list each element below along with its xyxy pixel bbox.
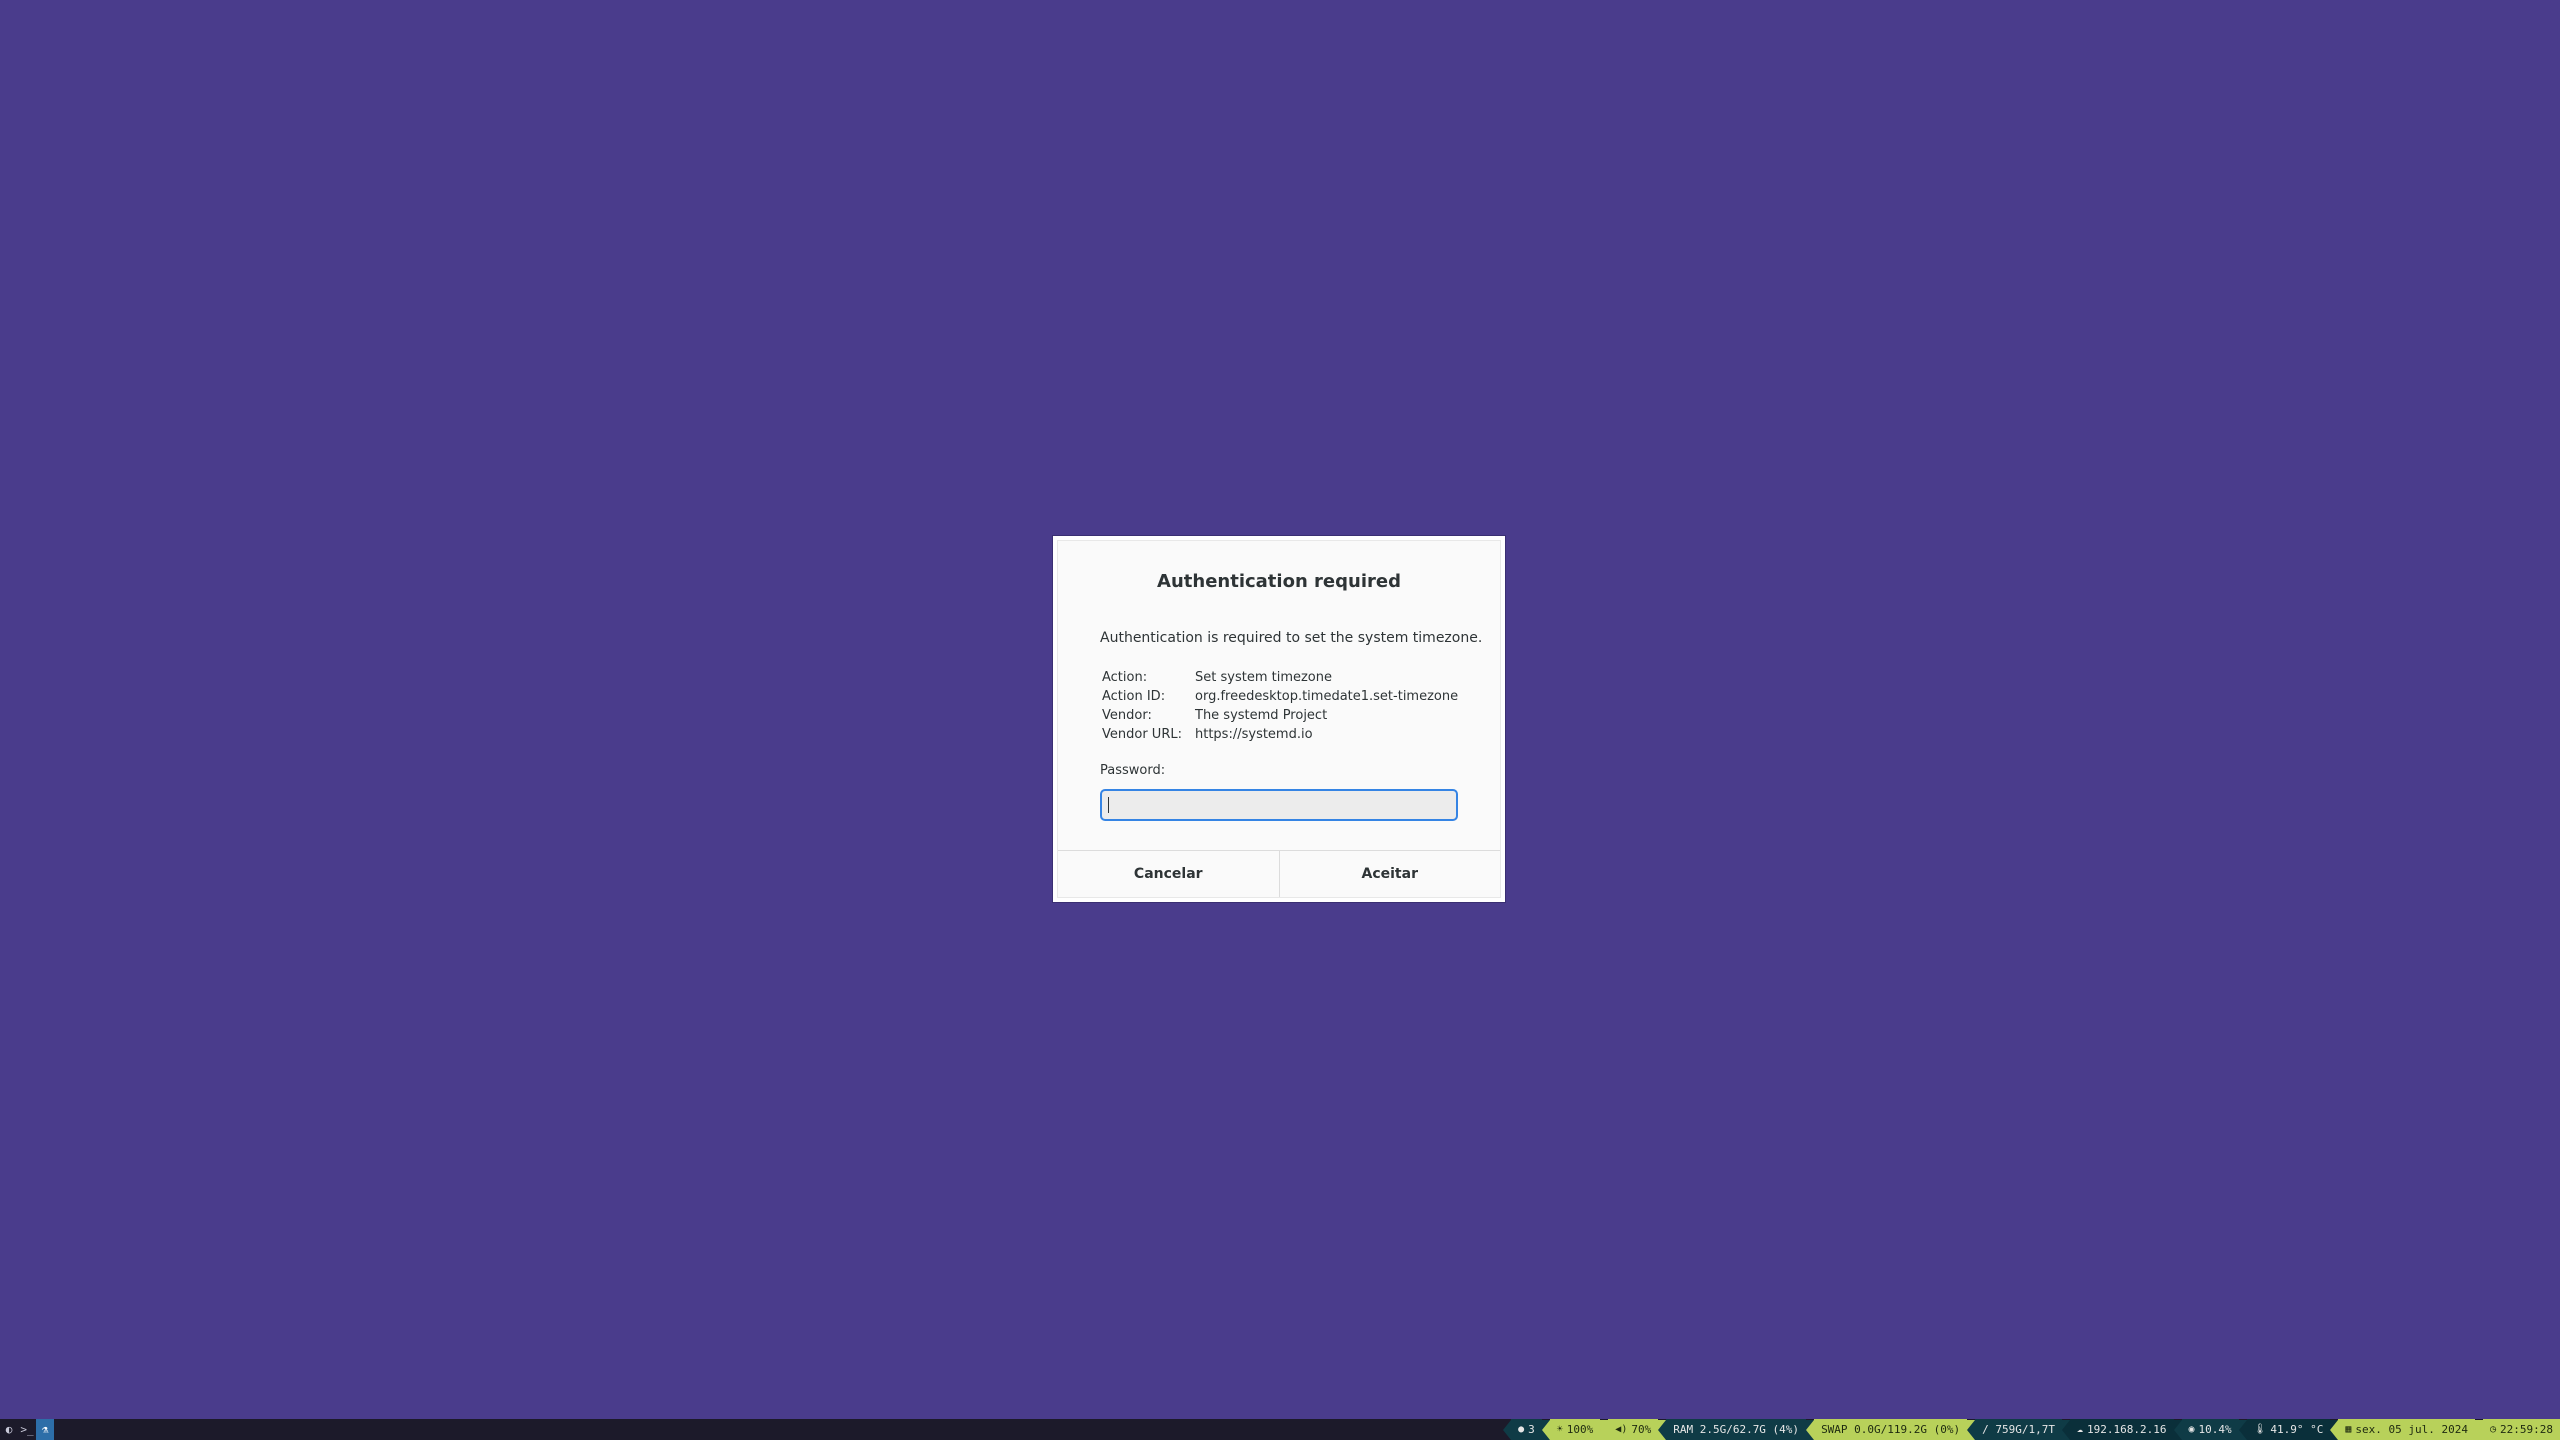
accept-button[interactable]: Aceitar <box>1278 851 1501 897</box>
detail-key: Action: <box>1102 670 1148 685</box>
temperature-widget[interactable]: 🌡 41.9° °C <box>2246 1419 2331 1440</box>
status-bar: ● 3 ☀ 100% ◀) 70% RAM 2.5G/62.7G (4%) SW… <box>1503 1419 2560 1440</box>
disk-value: / 759G/1,7T <box>1982 1423 2055 1436</box>
ram-value: RAM 2.5G/62.7G (4%) <box>1673 1423 1800 1436</box>
volume-widget[interactable]: ◀) 70% <box>1608 1419 1659 1440</box>
volume-value: 70% <box>1631 1423 1652 1436</box>
flask-icon[interactable]: ⚗ <box>36 1419 54 1440</box>
powerline-separator <box>2062 1419 2070 1440</box>
powerline-separator <box>2238 1419 2247 1440</box>
swap-value: SWAP 0.0G/119.2G (0%) <box>1821 1423 1961 1436</box>
brightness-value: 100% <box>1566 1423 1594 1436</box>
network-widget[interactable]: ☁ 192.168.2.16 <box>2070 1419 2174 1440</box>
powerline-separator <box>2173 1419 2182 1440</box>
dialog-button-row: Cancelar Aceitar <box>1058 850 1500 897</box>
detail-value: org.freedesktop.timedate1.set-timezone <box>1195 689 1459 704</box>
ip-address: 192.168.2.16 <box>2087 1423 2167 1436</box>
chrome-icon[interactable]: ◐ <box>0 1419 18 1440</box>
brightness-widget[interactable]: ☀ 100% <box>1549 1419 1601 1440</box>
github-icon: ● <box>1518 1424 1525 1435</box>
clock-widget[interactable]: ◷ 22:59:28 <box>2482 1419 2560 1440</box>
calendar-icon: ▦ <box>2345 1424 2352 1435</box>
detail-value: https://systemd.io <box>1195 727 1313 742</box>
detail-row-vendor-url: Vendor URL: https://systemd.io <box>1102 725 1458 744</box>
updates-count: 3 <box>1528 1423 1535 1436</box>
cpu-icon: ◉ <box>2188 1424 2195 1435</box>
detail-value: Set system timezone <box>1195 670 1332 685</box>
detail-key: Vendor: <box>1102 708 1152 723</box>
clock-icon: ◷ <box>2489 1424 2497 1435</box>
dialog-message: Authentication is required to set the sy… <box>1100 630 1483 646</box>
dialog-body: Authentication required Authentication i… <box>1057 540 1501 898</box>
cpu-value: 10.4% <box>2198 1423 2232 1436</box>
detail-row-action-id: Action ID: org.freedesktop.timedate1.set… <box>1102 687 1458 706</box>
cancel-button[interactable]: Cancelar <box>1058 851 1279 897</box>
detail-key: Vendor URL: <box>1102 727 1182 742</box>
text-caret <box>1108 797 1109 813</box>
speaker-icon: ◀) <box>1615 1424 1628 1435</box>
password-input[interactable] <box>1100 789 1458 821</box>
auth-dialog: Authentication required Authentication i… <box>1053 536 1505 902</box>
detail-value: The systemd Project <box>1195 708 1328 723</box>
temperature-value: 41.9° °C <box>2270 1423 2324 1436</box>
swap-widget[interactable]: SWAP 0.0G/119.2G (0%) <box>1814 1419 1968 1440</box>
brightness-icon: ☀ <box>1556 1424 1563 1435</box>
network-icon: ☁ <box>2077 1424 2084 1435</box>
powerline-separator <box>2474 1419 2483 1440</box>
detail-key: Action ID: <box>1102 689 1166 704</box>
time-value: 22:59:28 <box>2500 1423 2553 1436</box>
powerline-separator <box>1806 1419 1815 1440</box>
taskbar-launchers: ◐ >_ ⚗ <box>0 1419 54 1440</box>
updates-widget[interactable]: ● 3 <box>1511 1419 1542 1440</box>
action-details: Action: Set system timezone Action ID: o… <box>1102 668 1458 744</box>
date-value: sex. 05 jul. 2024 <box>2355 1423 2468 1436</box>
powerline-separator <box>1600 1419 1609 1440</box>
detail-row-vendor: Vendor: The systemd Project <box>1102 706 1458 725</box>
powerline-separator <box>1967 1419 1976 1440</box>
date-widget[interactable]: ▦ sex. 05 jul. 2024 <box>2338 1419 2475 1440</box>
terminal-icon[interactable]: >_ <box>18 1419 36 1440</box>
detail-row-action: Action: Set system timezone <box>1102 668 1458 687</box>
thermometer-icon: 🌡 <box>2253 1424 2267 1435</box>
dialog-title: Authentication required <box>1157 571 1401 592</box>
cpu-widget[interactable]: ◉ 10.4% <box>2181 1419 2239 1440</box>
powerline-separator <box>1658 1419 1667 1440</box>
powerline-separator <box>1503 1419 1512 1440</box>
ram-widget[interactable]: RAM 2.5G/62.7G (4%) <box>1666 1419 1807 1440</box>
password-label: Password: <box>1100 763 1166 778</box>
disk-widget[interactable]: / 759G/1,7T <box>1975 1419 2062 1440</box>
powerline-separator <box>1541 1419 1550 1440</box>
powerline-separator <box>2330 1419 2339 1440</box>
taskbar: ◐ >_ ⚗ ● 3 ☀ 100% ◀) 70% RAM 2.5G/62.7G … <box>0 1419 2560 1440</box>
